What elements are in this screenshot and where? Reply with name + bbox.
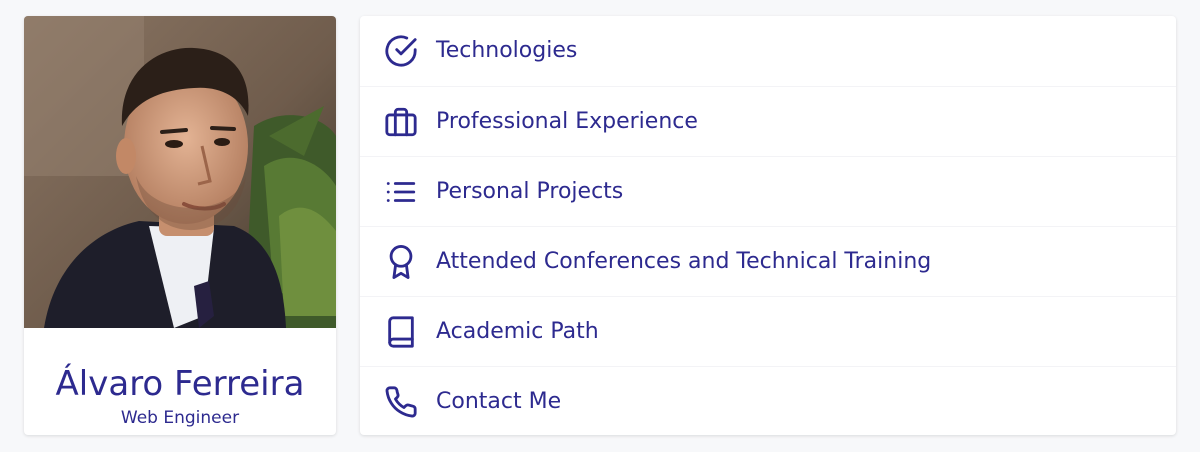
nav-item-label: Academic Path	[436, 319, 599, 344]
nav-item-conferences-training[interactable]: Attended Conferences and Technical Train…	[360, 226, 1176, 297]
profile-name: Álvaro Ferreira	[55, 364, 305, 404]
nav-item-label: Technologies	[436, 38, 578, 63]
nav-item-technologies[interactable]: Technologies	[360, 16, 1176, 86]
check-circle-icon	[383, 33, 419, 69]
phone-icon	[383, 384, 419, 420]
portrait-illustration	[24, 16, 336, 328]
profile-card: Álvaro Ferreira Web Engineer	[24, 16, 336, 435]
briefcase-icon	[383, 104, 419, 140]
list-icon	[383, 174, 419, 210]
nav-item-label: Contact Me	[436, 389, 562, 414]
navigation-menu: Technologies Professional Experience Per…	[360, 16, 1176, 435]
nav-item-label: Professional Experience	[436, 109, 698, 134]
nav-item-academic-path[interactable]: Academic Path	[360, 296, 1176, 367]
nav-item-professional-experience[interactable]: Professional Experience	[360, 86, 1176, 157]
nav-item-contact-me[interactable]: Contact Me	[360, 366, 1176, 435]
nav-item-label: Attended Conferences and Technical Train…	[436, 249, 932, 274]
nav-item-personal-projects[interactable]: Personal Projects	[360, 156, 1176, 227]
book-icon	[383, 314, 419, 350]
nav-item-label: Personal Projects	[436, 179, 624, 204]
award-icon	[383, 244, 419, 280]
profile-photo	[24, 16, 336, 328]
profile-role: Web Engineer	[120, 408, 240, 428]
